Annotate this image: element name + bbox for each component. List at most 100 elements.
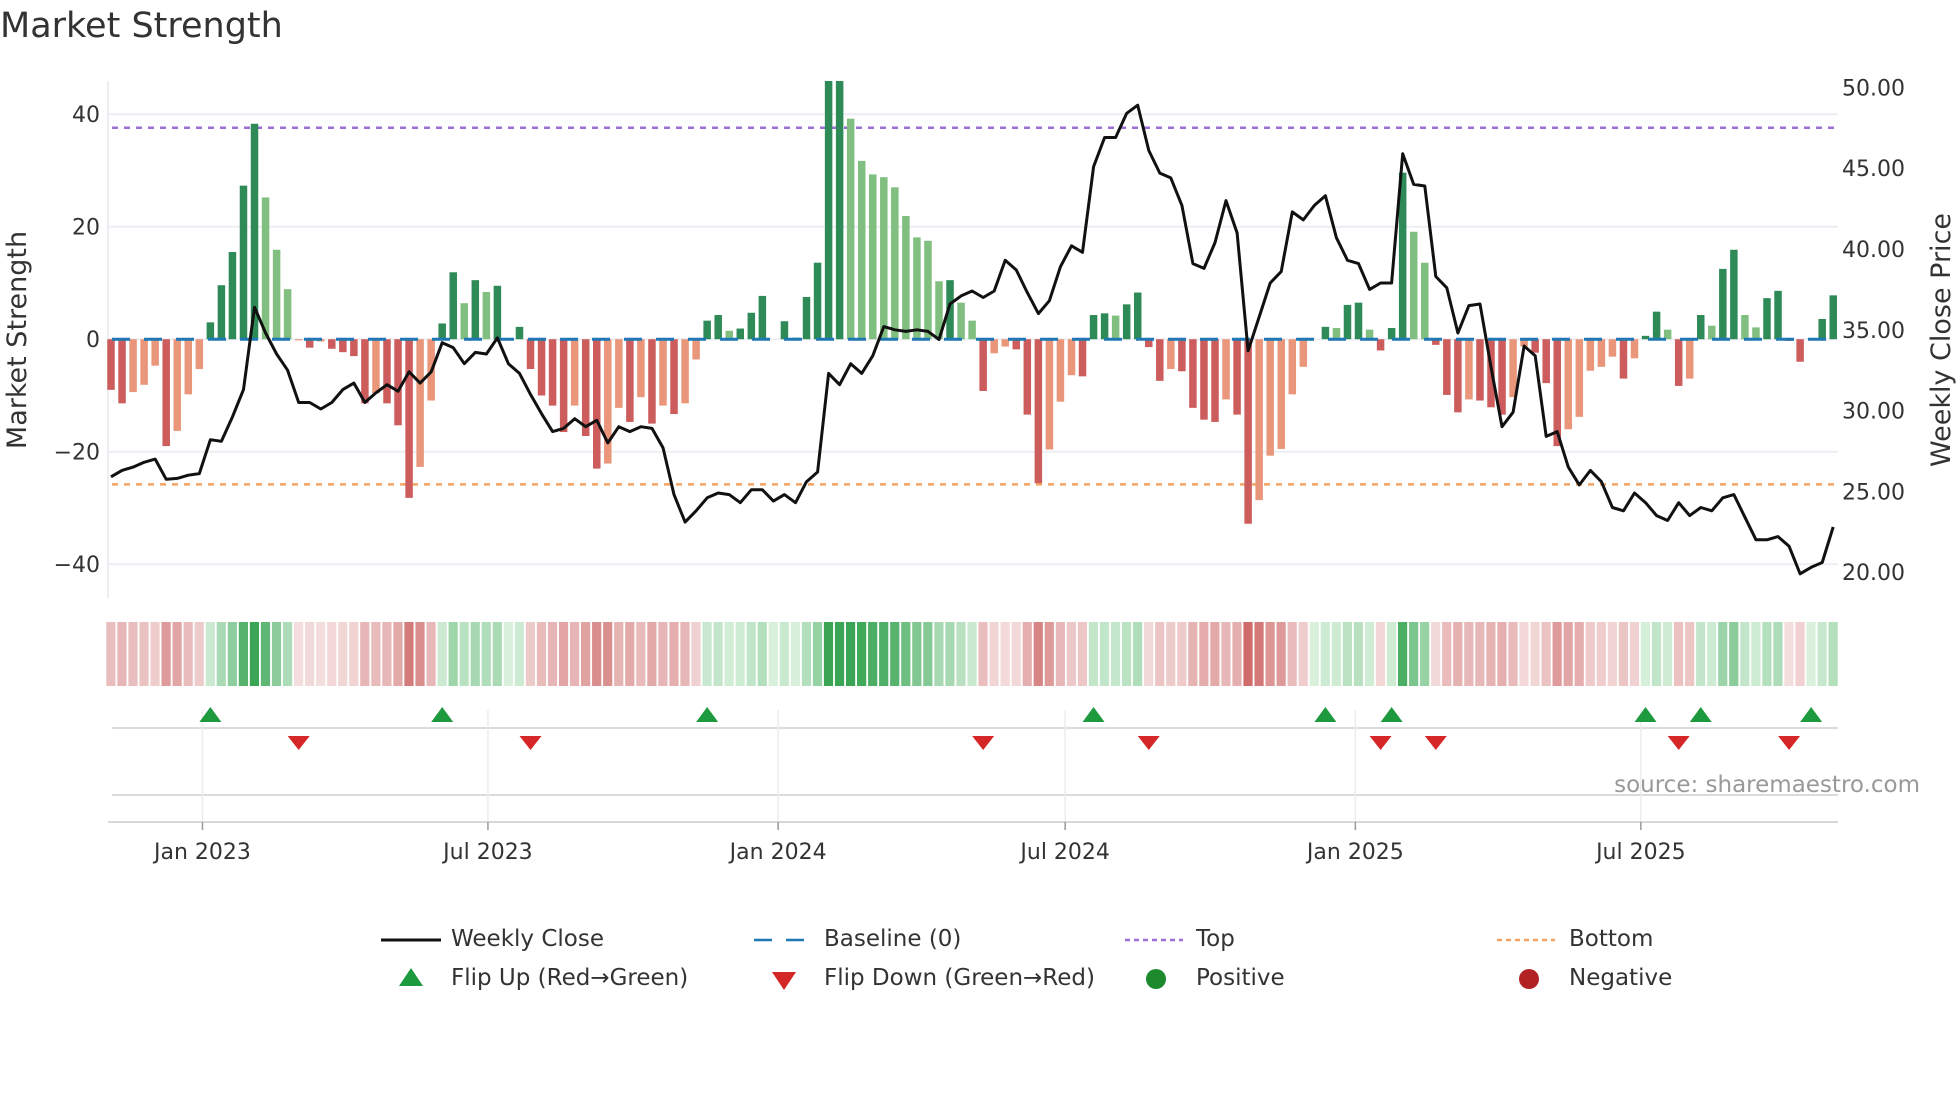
strip-cell [1464,622,1474,686]
left-axis-ticks: 40 20 0 −20 −40 [54,103,100,578]
strip-cell [1751,622,1761,686]
strength-bar [1244,339,1252,524]
strip-cell [1386,622,1397,686]
strip-cell [879,622,889,686]
market-strength-chart: 40 20 0 −20 −40 50.00 45.00 40.00 35.00 30.00 25.… [2,76,1957,865]
strength-bar [990,339,998,354]
strength-bar [857,160,866,340]
legend-flip-up: Flip Up (Red→Green) [451,965,689,991]
strip-cell [1287,622,1297,686]
positive-legend-icon [1146,969,1166,989]
strength-bar [1034,339,1043,484]
strip-cell [1420,622,1430,686]
strip-cell [1121,622,1132,686]
strength-bar [1454,339,1462,413]
strip-cell [558,622,569,686]
strip-cell [1541,622,1551,686]
strength-bar [1586,339,1595,371]
strip-cell [1055,622,1065,686]
strength-bar [162,339,170,447]
strip-cell [669,622,679,686]
strip-cell [1806,622,1816,686]
x-tick-label: Jul 2025 [1594,840,1686,865]
strip-cell [1298,622,1308,686]
strip-cell [1718,622,1728,686]
strip-cell [1177,622,1187,686]
strength-bar [747,312,756,340]
source-label: source: sharemaestro.com [1614,772,1920,798]
flip-up-marker [696,707,719,722]
strength-bar [228,252,237,340]
strength-bar [1752,327,1760,340]
strip-cell [647,622,657,686]
strip-cell [1817,622,1827,686]
strip-cell [636,622,646,686]
strip-cell [393,622,403,686]
strength-bar [880,177,888,340]
strip-cell [1375,622,1386,686]
strip-cell [1530,622,1540,686]
strip-cell [1784,622,1794,686]
weekly-close-legend-swatch [381,938,441,942]
strip-cell [1011,622,1021,686]
strength-bar [1465,339,1473,400]
strength-bar [1685,339,1694,379]
strip-cell [569,622,580,686]
strength-bar [1608,339,1617,357]
strip-cell [360,622,370,686]
strength-bar [1575,339,1584,417]
strength-bar [460,303,469,340]
strip-cell [106,622,116,686]
strip-cell [1453,622,1463,686]
strip-cell [1486,622,1496,686]
strength-bar [1796,339,1804,362]
strength-bar [1133,292,1142,340]
flip-down-marker [1369,736,1392,750]
strength-bar [1354,302,1363,340]
strength-bar [526,339,535,370]
strength-bar [1476,339,1484,401]
strength-bar [559,339,568,433]
strip-cell [978,622,988,686]
strip-cell [128,622,138,686]
strip-cell [271,622,282,686]
strength-bar [405,339,413,498]
strip-cell [547,622,558,686]
strip-cell [1629,622,1640,686]
strip-cell [614,622,624,686]
strength-bar [1233,339,1241,415]
strength-bar [129,339,137,393]
strip-cell [746,622,756,686]
strength-bar [1277,339,1285,449]
strip-cell [603,622,613,686]
strength-bar [1553,339,1561,447]
strength-bar [957,302,965,340]
strength-bar [1829,295,1837,340]
strength-bar [604,339,612,464]
strip-cell [327,622,337,686]
strip-cell [1099,622,1110,686]
y-tick-label: −40 [54,553,100,578]
strength-bar [1409,231,1418,340]
legend-flip-down: Flip Down (Green→Red) [824,965,1095,991]
strip-cell [1662,622,1673,686]
strength-bar [979,339,987,391]
strip-cell [1077,622,1088,686]
negative-legend-icon [1519,969,1539,989]
y-tick-label: 40 [72,103,100,128]
right-axis-ticks: 50.00 45.00 40.00 35.00 30.00 25.00 20.00 [1842,76,1905,586]
strength-bar [1498,339,1506,415]
strip-cell [1508,622,1518,686]
x-tick-label: Jul 2024 [1018,840,1110,865]
strength-bar [1001,339,1009,347]
strength-bar [294,339,303,341]
strip-cell [1133,622,1143,686]
strength-bar [548,339,557,406]
strength-bar [846,118,855,340]
strip-cell [1409,622,1419,686]
strip-cell [1552,622,1562,686]
strip-cell [1795,622,1805,686]
strength-bar [1288,339,1297,395]
flip-down-marker [287,736,310,750]
strip-cell [901,622,911,686]
